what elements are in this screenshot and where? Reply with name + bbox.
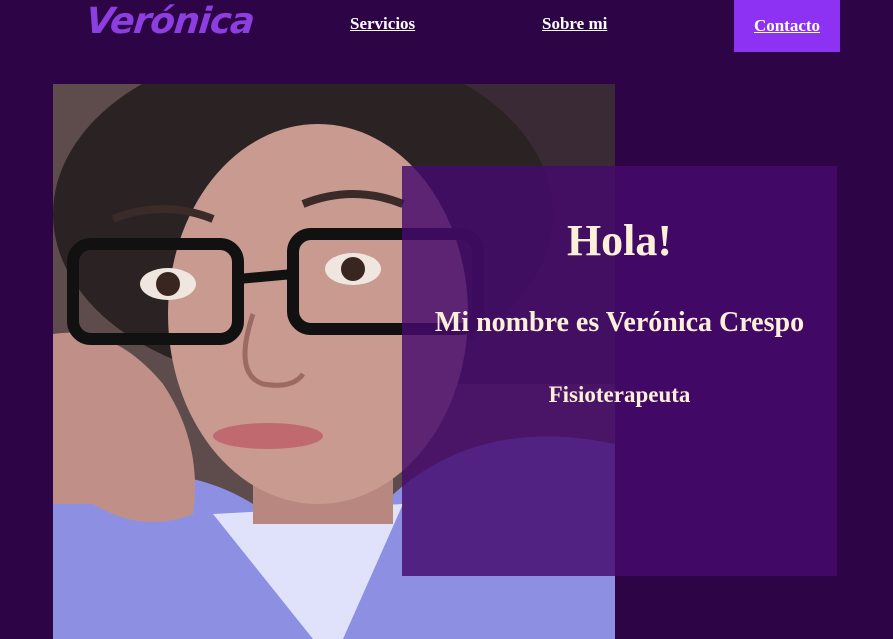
nav-link-sobre-mi[interactable]: Sobre mi [542,14,607,34]
nav-link-servicios[interactable]: Servicios [350,14,415,34]
nav-button-contacto[interactable]: Contacto [734,0,840,52]
site-logo[interactable]: Verónica [84,0,256,44]
profession-heading: Fisioterapeuta [548,382,691,407]
greeting-heading: Hola! [566,216,673,265]
page: Verónica Servicios Sobre mi Contacto Hol… [0,0,893,639]
intro-card: Hola! Mi nombre es Verónica Crespo Fisio… [402,166,837,576]
name-heading: Mi nombre es Verónica Crespo [434,307,805,338]
